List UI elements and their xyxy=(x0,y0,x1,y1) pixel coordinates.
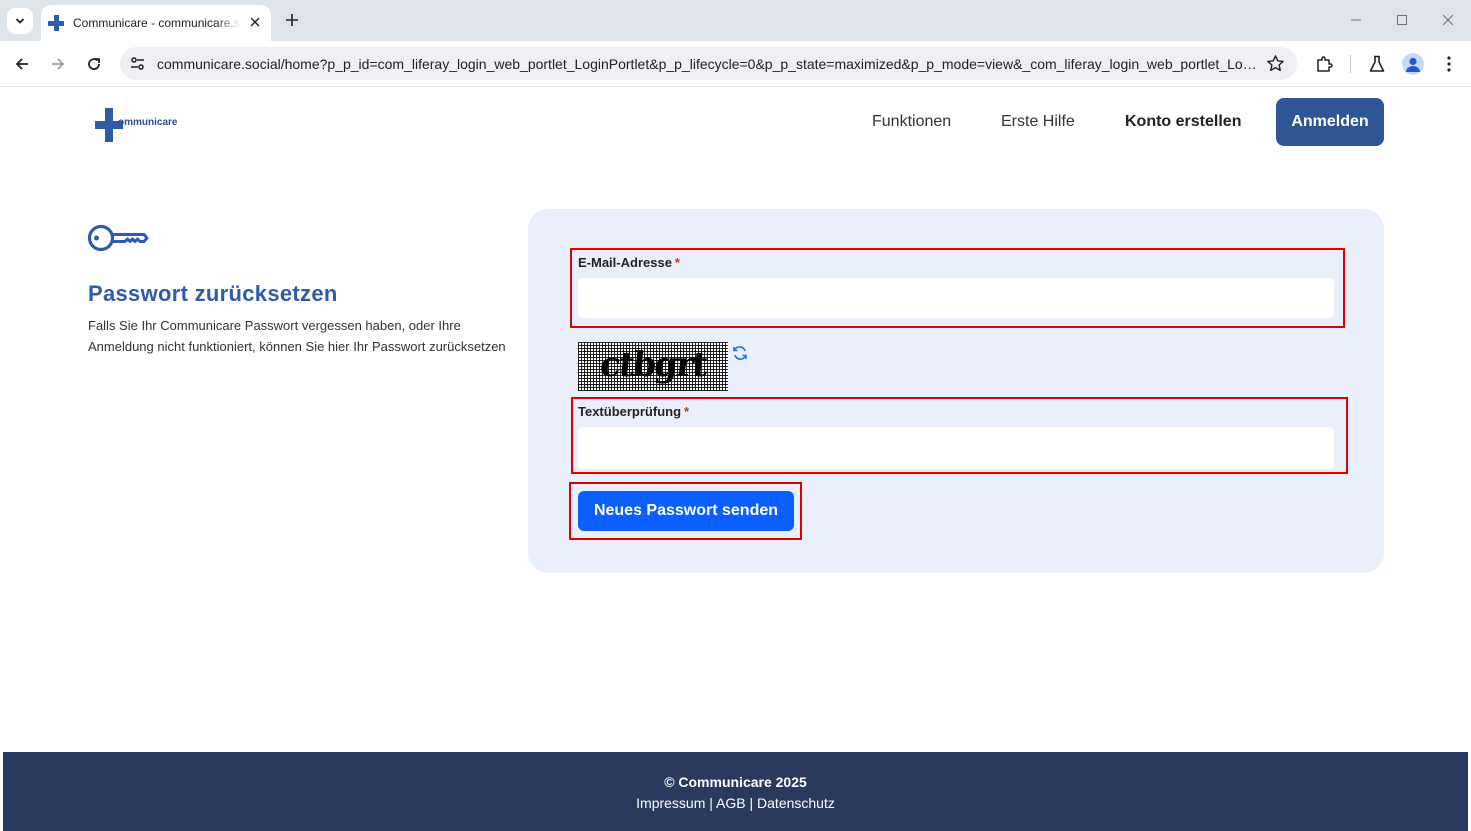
login-button[interactable]: Anmelden xyxy=(1276,98,1384,146)
email-label-text: E-Mail-Adresse xyxy=(578,255,672,270)
bookmark-star-icon[interactable] xyxy=(1266,54,1285,73)
text-verification-label-text: Textüberprüfung xyxy=(578,404,682,419)
footer-separator: | xyxy=(749,795,754,811)
new-tab-icon[interactable] xyxy=(281,9,303,31)
tab-search-button[interactable] xyxy=(7,8,33,34)
extensions-icon[interactable] xyxy=(1313,53,1335,75)
profile-icon[interactable] xyxy=(1402,53,1424,75)
menu-dots-icon[interactable] xyxy=(1438,53,1460,75)
footer-link-imprint[interactable]: Impressum xyxy=(636,795,705,811)
tab-title: Communicare - communicare.social xyxy=(73,16,241,30)
communicare-favicon-icon xyxy=(48,15,64,31)
nav-link-features[interactable]: Funktionen xyxy=(872,113,951,131)
minimize-icon[interactable] xyxy=(1348,12,1364,28)
chevron-down-icon xyxy=(15,18,25,24)
browser-tab-bar: Communicare - communicare.social xyxy=(0,0,1471,41)
required-marker: * xyxy=(674,255,680,270)
page-content: ommunicare Funktionen Erste Hilfe Konto … xyxy=(0,88,1471,831)
footer: © Communicare 2025 Impressum | AGB | Dat… xyxy=(3,752,1468,831)
forward-icon[interactable] xyxy=(47,53,69,75)
email-field[interactable] xyxy=(578,278,1334,318)
captcha-text: ctbgrt xyxy=(598,345,708,385)
footer-copyright: © Communicare 2025 xyxy=(664,774,807,790)
browser-tab-active[interactable]: Communicare - communicare.social xyxy=(41,5,271,41)
back-icon[interactable] xyxy=(11,53,33,75)
site-settings-icon[interactable] xyxy=(129,55,146,72)
footer-separator: | xyxy=(709,795,713,811)
footer-link-terms[interactable]: AGB xyxy=(716,795,746,811)
page-description: Falls Sie Ihr Communicare Passwort verge… xyxy=(88,318,506,354)
captcha-image: ctbgrt xyxy=(578,342,728,391)
window-close-icon[interactable] xyxy=(1440,12,1456,28)
url-text[interactable]: communicare.social/home?p_p_id=com_lifer… xyxy=(157,56,1259,72)
toolbar-separator xyxy=(1350,55,1351,73)
text-verification-label: Textüberprüfung * xyxy=(578,404,689,419)
communicare-logo[interactable]: ommunicare xyxy=(95,108,195,144)
tab-close-icon[interactable] xyxy=(248,15,262,29)
send-new-password-button[interactable]: Neues Passwort senden xyxy=(578,491,794,531)
email-label: E-Mail-Adresse * xyxy=(578,255,680,270)
address-bar[interactable]: communicare.social/home?p_p_id=com_lifer… xyxy=(120,47,1297,80)
reload-icon[interactable] xyxy=(83,53,105,75)
nav-link-create-account[interactable]: Konto erstellen xyxy=(1125,113,1241,131)
page-title: Passwort zurücksetzen xyxy=(88,281,338,306)
text-verification-field[interactable] xyxy=(578,427,1334,469)
maximize-icon[interactable] xyxy=(1394,12,1410,28)
browser-toolbar: communicare.social/home?p_p_id=com_lifer… xyxy=(0,41,1471,87)
refresh-captcha-icon[interactable] xyxy=(731,344,749,362)
required-marker: * xyxy=(684,404,690,419)
labs-flask-icon[interactable] xyxy=(1366,53,1388,75)
logo-text: ommunicare xyxy=(118,117,178,128)
nav-link-first-aid[interactable]: Erste Hilfe xyxy=(1001,113,1075,131)
footer-links: Impressum | AGB | Datenschutz xyxy=(3,795,1468,811)
key-icon xyxy=(87,224,149,252)
footer-link-privacy[interactable]: Datenschutz xyxy=(757,795,835,811)
